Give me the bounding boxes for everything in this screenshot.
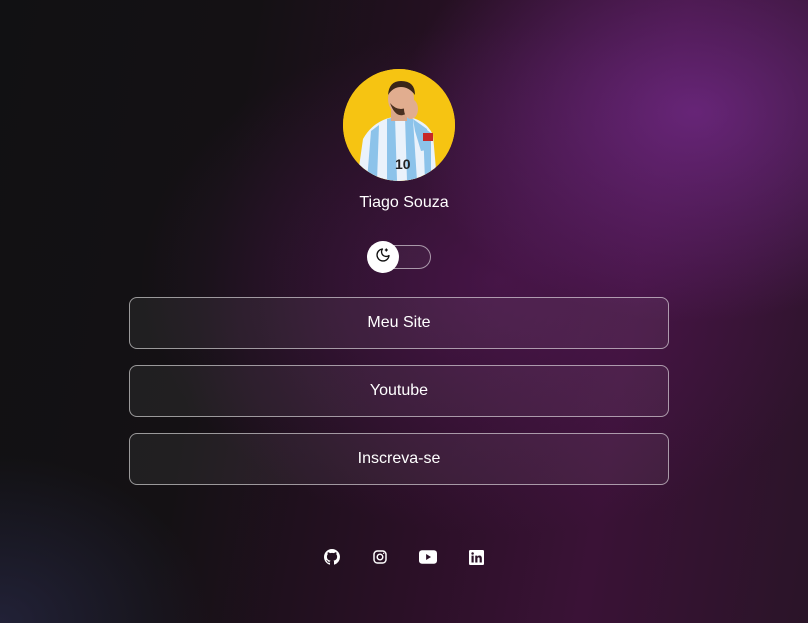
- avatar: 10: [343, 69, 455, 181]
- link-button-inscreva-se[interactable]: Inscreva-se: [129, 433, 669, 485]
- moon-icon: [375, 247, 391, 268]
- linktree-page: 10 Tiago Souza Meu Site Youtube Inscreva…: [0, 0, 808, 623]
- svg-text:10: 10: [395, 156, 411, 172]
- profile-photo: 10: [343, 69, 455, 181]
- profile-name: Tiago Souza: [359, 194, 449, 211]
- linkedin-icon[interactable]: [467, 548, 485, 566]
- github-icon[interactable]: [323, 548, 341, 566]
- social-links: [0, 548, 808, 566]
- youtube-icon[interactable]: [419, 548, 437, 566]
- link-list: Meu Site Youtube Inscreva-se: [129, 297, 669, 501]
- link-button-meu-site[interactable]: Meu Site: [129, 297, 669, 349]
- instagram-icon[interactable]: [371, 548, 389, 566]
- link-button-youtube[interactable]: Youtube: [129, 365, 669, 417]
- theme-toggle[interactable]: [367, 241, 431, 273]
- toggle-knob[interactable]: [367, 241, 399, 273]
